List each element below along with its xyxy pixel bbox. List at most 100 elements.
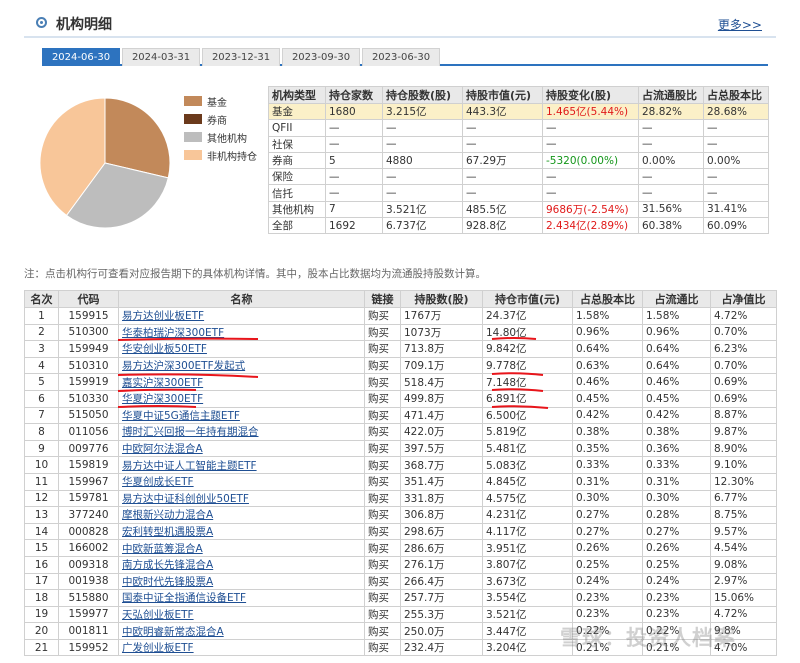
float-ratio-cell: 0.36% <box>642 439 711 458</box>
summary-cell: — <box>382 184 463 202</box>
total-share-ratio-cell: 0.24% <box>572 572 643 591</box>
summary-row[interactable]: 基金 1680 3.215亿 443.3亿 1.465亿(5.44%) 28.82% 28.… <box>268 102 769 121</box>
code-cell: 159977 <box>58 605 119 624</box>
buy-link[interactable]: 购买 <box>364 539 401 557</box>
buy-link[interactable]: 购买 <box>364 622 401 640</box>
fund-name-link[interactable]: 中欧阿尔法混合A <box>122 443 203 455</box>
table-row: 11 159967 华夏创成长ETF 购买 351.4万 4.845亿 0.31% 0.31%… <box>24 472 777 491</box>
fund-name-link[interactable]: 中欧时代先锋股票A <box>122 576 213 588</box>
summary-header-cell: 持股变化(股) <box>542 86 639 104</box>
fund-name-link[interactable]: 嘉实沪深300ETF <box>122 377 203 389</box>
fund-name-cell: 中欧明睿新常态混合A <box>118 622 365 640</box>
summary-cell: QFII <box>268 119 326 137</box>
fund-name-link[interactable]: 华夏中证5G通信主题ETF <box>122 410 240 422</box>
code-cell: 515880 <box>58 589 119 607</box>
rank-cell: 12 <box>24 489 59 508</box>
total-share-ratio-cell: 0.23% <box>572 589 643 607</box>
buy-link[interactable]: 购买 <box>364 373 401 391</box>
summary-row[interactable]: 保险 — — — — — — <box>268 168 769 186</box>
summary-cell: 31.56% <box>638 200 704 219</box>
buy-link[interactable]: 购买 <box>364 456 401 474</box>
buy-link[interactable]: 购买 <box>364 439 401 458</box>
buy-link[interactable]: 购买 <box>364 356 401 375</box>
rank-cell: 6 <box>24 389 59 408</box>
fund-name-link[interactable]: 华夏沪深300ETF <box>122 393 203 405</box>
summary-row[interactable]: 其他机构 7 3.521亿 485.5亿 9686万(-2.54%) 31.56% 31.4… <box>268 200 769 219</box>
summary-row[interactable]: 社保 — — — — — — <box>268 135 769 153</box>
table-row: 18 515880 国泰中证全指通信设备ETF 购买 257.7万 3.554亿 0.23%… <box>24 589 777 607</box>
summary-cell: — <box>382 119 463 137</box>
shares-cell: 422.0万 <box>400 423 483 441</box>
summary-cell: — <box>638 135 704 153</box>
fund-name-link[interactable]: 摩根新兴动力混合A <box>122 509 213 521</box>
fund-name-link[interactable]: 宏利转型机遇股票A <box>122 526 213 538</box>
nav-ratio-cell: 9.87% <box>710 423 777 441</box>
buy-link[interactable]: 购买 <box>364 406 401 425</box>
summary-cell: — <box>638 168 704 186</box>
fund-name-cell: 南方成长先锋混合A <box>118 555 365 574</box>
fund-name-link[interactable]: 易方达中证人工智能主题ETF <box>122 460 257 472</box>
fund-name-link[interactable]: 易方达中证科创创业50ETF <box>122 493 249 505</box>
fund-name-link[interactable]: 南方成长先锋混合A <box>122 559 213 571</box>
rank-cell: 14 <box>24 522 59 541</box>
buy-link[interactable]: 购买 <box>364 472 401 491</box>
code-cell: 159952 <box>58 638 119 657</box>
code-cell: 009776 <box>58 439 119 458</box>
rank-cell: 13 <box>24 506 59 524</box>
fund-name-link[interactable]: 中欧新蓝筹混合A <box>122 543 203 555</box>
summary-cell: 6.737亿 <box>382 217 463 235</box>
code-cell: 159919 <box>58 373 119 391</box>
shares-cell: 286.6万 <box>400 539 483 557</box>
summary-cell: 9686万(-2.54%) <box>542 200 639 219</box>
float-ratio-cell: 0.28% <box>642 506 711 524</box>
buy-link[interactable]: 购买 <box>364 522 401 541</box>
buy-link[interactable]: 购买 <box>364 389 401 408</box>
total-share-ratio-cell: 0.27% <box>572 506 643 524</box>
fund-name-link[interactable]: 易方达沪深300ETF发起式 <box>122 360 245 372</box>
tab-2024-03-31[interactable]: 2024-03-31 <box>122 48 200 66</box>
rank-cell: 1 <box>24 307 59 325</box>
market-value-cell: 3.204亿 <box>482 638 573 657</box>
buy-link[interactable]: 购买 <box>364 572 401 591</box>
watermark: 雪球：投资人档案 <box>560 626 736 650</box>
fund-name-link[interactable]: 国泰中证全指通信设备ETF <box>122 592 246 604</box>
fund-name-link[interactable]: 华夏创成长ETF <box>122 476 194 488</box>
pie-legend: 基金 券商 其他机构 非机构持仓 <box>184 92 257 164</box>
more-link[interactable]: 更多>> <box>718 16 762 33</box>
tab-2024-06-30[interactable]: 2024-06-30 <box>42 48 120 66</box>
buy-link[interactable]: 购买 <box>364 605 401 624</box>
fund-name-link[interactable]: 中欧明睿新常态混合A <box>122 626 224 638</box>
fund-name-link[interactable]: 天弘创业板ETF <box>122 609 194 621</box>
summary-cell: — <box>325 135 383 153</box>
buy-link[interactable]: 购买 <box>364 307 401 325</box>
tab-2023-06-30[interactable]: 2023-06-30 <box>362 48 440 66</box>
buy-link[interactable]: 购买 <box>364 323 401 342</box>
buy-link[interactable]: 购买 <box>364 489 401 508</box>
buy-link[interactable]: 购买 <box>364 555 401 574</box>
fund-name-link[interactable]: 易方达创业板ETF <box>122 310 204 322</box>
buy-link[interactable]: 购买 <box>364 506 401 524</box>
summary-row[interactable]: 信托 — — — — — — <box>268 184 769 202</box>
fund-name-link[interactable]: 广发创业板ETF <box>122 642 194 654</box>
total-share-ratio-cell: 0.63% <box>572 356 643 375</box>
fund-name-link[interactable]: 博时汇兴回报一年持有期混合 <box>122 426 259 438</box>
buy-link[interactable]: 购买 <box>364 638 401 657</box>
nav-ratio-cell: 9.57% <box>710 522 777 541</box>
buy-link[interactable]: 购买 <box>364 340 401 358</box>
tab-2023-12-31[interactable]: 2023-12-31 <box>202 48 280 66</box>
summary-row[interactable]: 全部 1692 6.737亿 928.8亿 2.434亿(2.89%) 60.38% 60.… <box>268 217 769 235</box>
summary-row[interactable]: QFII — — — — — — <box>268 119 769 137</box>
fund-name-cell: 华泰柏瑞沪深300ETF <box>118 323 365 342</box>
total-share-ratio-cell: 0.46% <box>572 373 643 391</box>
buy-link[interactable]: 购买 <box>364 423 401 441</box>
tab-2023-09-30[interactable]: 2023-09-30 <box>282 48 360 66</box>
funds-header-cell: 占流通比 <box>642 290 711 308</box>
summary-cell: — <box>382 168 463 186</box>
fund-name-link[interactable]: 华安创业板50ETF <box>122 343 207 355</box>
buy-link[interactable]: 购买 <box>364 589 401 607</box>
summary-row[interactable]: 券商 5 4880 67.29万 -5320(0.00%) 0.00% 0.00% <box>268 151 769 170</box>
rank-cell: 3 <box>24 340 59 358</box>
fund-name-link[interactable]: 华泰柏瑞沪深300ETF <box>122 327 224 339</box>
nav-ratio-cell: 6.23% <box>710 340 777 358</box>
market-value-cell: 3.951亿 <box>482 539 573 557</box>
